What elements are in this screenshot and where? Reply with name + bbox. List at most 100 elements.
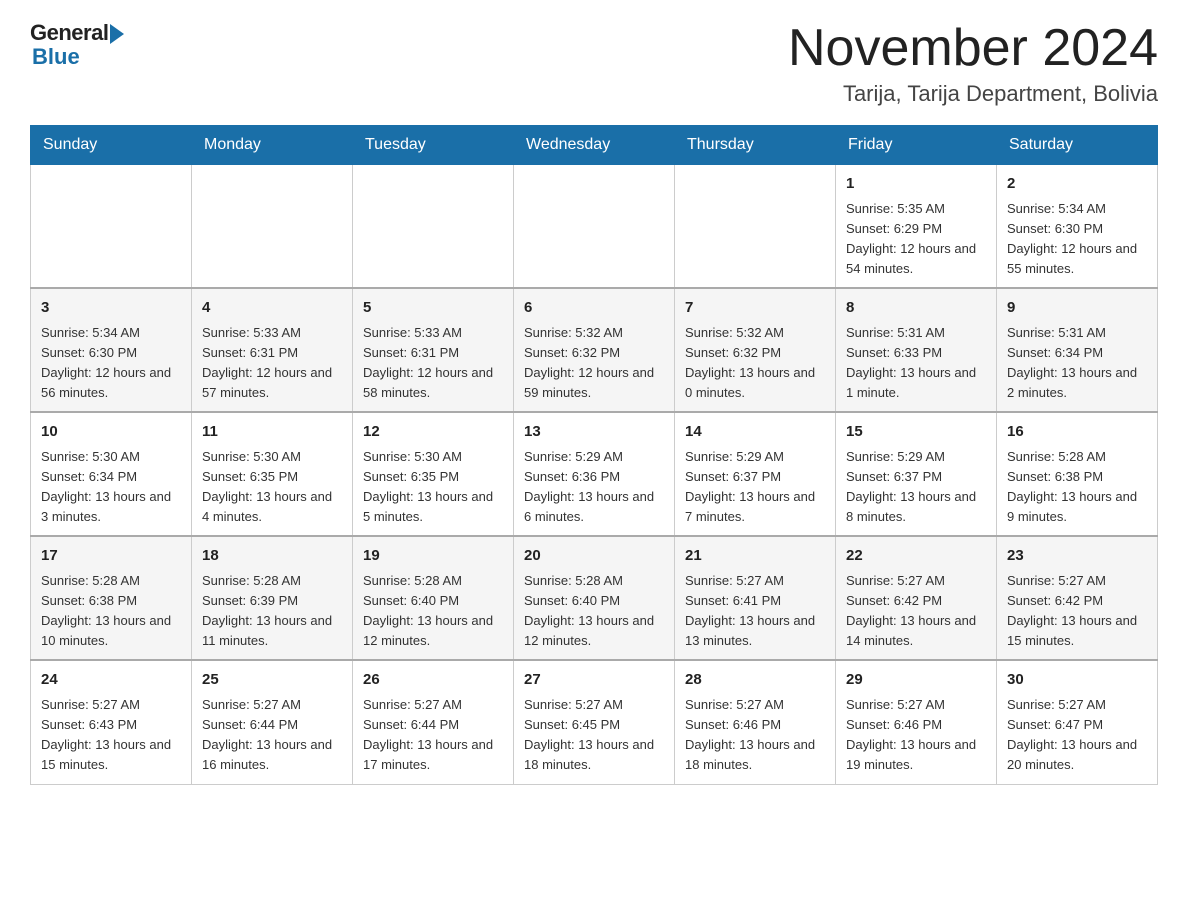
- day-info: Sunrise: 5:28 AMSunset: 6:40 PMDaylight:…: [363, 571, 503, 652]
- calendar-cell: 8 Sunrise: 5:31 AMSunset: 6:33 PMDaylight…: [836, 288, 997, 412]
- calendar-header-row: SundayMondayTuesdayWednesdayThursdayFrid…: [31, 126, 1158, 165]
- day-number: 16: [1007, 421, 1147, 444]
- day-info: Sunrise: 5:31 AMSunset: 6:33 PMDaylight:…: [846, 323, 986, 404]
- calendar-week-row: 17 Sunrise: 5:28 AMSunset: 6:38 PMDayligh…: [31, 536, 1158, 660]
- logo-general-text: General: [30, 20, 108, 46]
- day-info: Sunrise: 5:28 AMSunset: 6:40 PMDaylight:…: [524, 571, 664, 652]
- calendar-cell: [514, 165, 675, 289]
- day-info: Sunrise: 5:27 AMSunset: 6:45 PMDaylight:…: [524, 695, 664, 776]
- calendar-cell: 21 Sunrise: 5:27 AMSunset: 6:41 PMDayligh…: [675, 536, 836, 660]
- calendar-cell: 10 Sunrise: 5:30 AMSunset: 6:34 PMDayligh…: [31, 412, 192, 536]
- day-number: 7: [685, 297, 825, 320]
- calendar-cell: 15 Sunrise: 5:29 AMSunset: 6:37 PMDayligh…: [836, 412, 997, 536]
- calendar-cell: [353, 165, 514, 289]
- calendar-cell: 14Sunrise: 5:29 AMSunset: 6:37 PMDayligh…: [675, 412, 836, 536]
- calendar-week-row: 10 Sunrise: 5:30 AMSunset: 6:34 PMDayligh…: [31, 412, 1158, 536]
- day-number: 8: [846, 297, 986, 320]
- day-number: 13: [524, 421, 664, 444]
- day-number: 17: [41, 545, 181, 568]
- day-info: Sunrise: 5:29 AMSunset: 6:37 PMDaylight:…: [846, 447, 986, 528]
- calendar-cell: 20 Sunrise: 5:28 AMSunset: 6:40 PMDayligh…: [514, 536, 675, 660]
- day-info: Sunrise: 5:27 AMSunset: 6:41 PMDaylight:…: [685, 571, 825, 652]
- day-info: Sunrise: 5:29 AMSunset: 6:36 PMDaylight:…: [524, 447, 664, 528]
- day-number: 2: [1007, 173, 1147, 196]
- day-number: 1: [846, 173, 986, 196]
- day-info: Sunrise: 5:27 AMSunset: 6:46 PMDaylight:…: [685, 695, 825, 776]
- location-title: Tarija, Tarija Department, Bolivia: [788, 81, 1158, 107]
- day-info: Sunrise: 5:27 AMSunset: 6:44 PMDaylight:…: [363, 695, 503, 776]
- day-number: 5: [363, 297, 503, 320]
- day-info: Sunrise: 5:34 AMSunset: 6:30 PMDaylight:…: [41, 323, 181, 404]
- calendar-cell: 18Sunrise: 5:28 AMSunset: 6:39 PMDayligh…: [192, 536, 353, 660]
- day-number: 24: [41, 669, 181, 692]
- calendar-cell: 19 Sunrise: 5:28 AMSunset: 6:40 PMDayligh…: [353, 536, 514, 660]
- day-info: Sunrise: 5:34 AMSunset: 6:30 PMDaylight:…: [1007, 199, 1147, 280]
- page-header: General Blue November 2024 Tarija, Tarij…: [30, 20, 1158, 107]
- day-info: Sunrise: 5:28 AMSunset: 6:38 PMDaylight:…: [1007, 447, 1147, 528]
- calendar-cell: 9 Sunrise: 5:31 AMSunset: 6:34 PMDaylight…: [997, 288, 1158, 412]
- calendar-cell: 16 Sunrise: 5:28 AMSunset: 6:38 PMDayligh…: [997, 412, 1158, 536]
- calendar-table: SundayMondayTuesdayWednesdayThursdayFrid…: [30, 125, 1158, 784]
- calendar-cell: [675, 165, 836, 289]
- day-header-thursday: Thursday: [675, 126, 836, 165]
- calendar-cell: 30Sunrise: 5:27 AMSunset: 6:47 PMDayligh…: [997, 660, 1158, 784]
- calendar-cell: 22 Sunrise: 5:27 AMSunset: 6:42 PMDayligh…: [836, 536, 997, 660]
- day-info: Sunrise: 5:31 AMSunset: 6:34 PMDaylight:…: [1007, 323, 1147, 404]
- day-number: 19: [363, 545, 503, 568]
- day-info: Sunrise: 5:27 AMSunset: 6:44 PMDaylight:…: [202, 695, 342, 776]
- day-info: Sunrise: 5:32 AMSunset: 6:32 PMDaylight:…: [685, 323, 825, 404]
- calendar-cell: 6 Sunrise: 5:32 AMSunset: 6:32 PMDaylight…: [514, 288, 675, 412]
- calendar-cell: 25 Sunrise: 5:27 AMSunset: 6:44 PMDayligh…: [192, 660, 353, 784]
- calendar-cell: 24Sunrise: 5:27 AMSunset: 6:43 PMDayligh…: [31, 660, 192, 784]
- day-info: Sunrise: 5:32 AMSunset: 6:32 PMDaylight:…: [524, 323, 664, 404]
- day-number: 10: [41, 421, 181, 444]
- day-header-wednesday: Wednesday: [514, 126, 675, 165]
- calendar-cell: [31, 165, 192, 289]
- day-info: Sunrise: 5:27 AMSunset: 6:42 PMDaylight:…: [1007, 571, 1147, 652]
- day-number: 15: [846, 421, 986, 444]
- day-number: 22: [846, 545, 986, 568]
- calendar-cell: 1 Sunrise: 5:35 AMSunset: 6:29 PMDaylight…: [836, 165, 997, 289]
- calendar-week-row: 1 Sunrise: 5:35 AMSunset: 6:29 PMDaylight…: [31, 165, 1158, 289]
- day-info: Sunrise: 5:33 AMSunset: 6:31 PMDaylight:…: [363, 323, 503, 404]
- calendar-cell: 29 Sunrise: 5:27 AMSunset: 6:46 PMDayligh…: [836, 660, 997, 784]
- day-number: 26: [363, 669, 503, 692]
- day-number: 27: [524, 669, 664, 692]
- calendar-week-row: 3 Sunrise: 5:34 AMSunset: 6:30 PMDaylight…: [31, 288, 1158, 412]
- day-info: Sunrise: 5:27 AMSunset: 6:42 PMDaylight:…: [846, 571, 986, 652]
- calendar-cell: 12Sunrise: 5:30 AMSunset: 6:35 PMDayligh…: [353, 412, 514, 536]
- day-number: 28: [685, 669, 825, 692]
- day-number: 3: [41, 297, 181, 320]
- day-info: Sunrise: 5:27 AMSunset: 6:46 PMDaylight:…: [846, 695, 986, 776]
- day-number: 11: [202, 421, 342, 444]
- day-info: Sunrise: 5:30 AMSunset: 6:35 PMDaylight:…: [202, 447, 342, 528]
- calendar-cell: 4 Sunrise: 5:33 AMSunset: 6:31 PMDaylight…: [192, 288, 353, 412]
- logo-arrow-icon: [110, 24, 124, 44]
- day-number: 20: [524, 545, 664, 568]
- day-info: Sunrise: 5:30 AMSunset: 6:35 PMDaylight:…: [363, 447, 503, 528]
- day-info: Sunrise: 5:28 AMSunset: 6:38 PMDaylight:…: [41, 571, 181, 652]
- day-info: Sunrise: 5:33 AMSunset: 6:31 PMDaylight:…: [202, 323, 342, 404]
- calendar-week-row: 24Sunrise: 5:27 AMSunset: 6:43 PMDayligh…: [31, 660, 1158, 784]
- day-info: Sunrise: 5:30 AMSunset: 6:34 PMDaylight:…: [41, 447, 181, 528]
- day-header-tuesday: Tuesday: [353, 126, 514, 165]
- day-number: 4: [202, 297, 342, 320]
- day-info: Sunrise: 5:35 AMSunset: 6:29 PMDaylight:…: [846, 199, 986, 280]
- day-number: 25: [202, 669, 342, 692]
- calendar-cell: 28 Sunrise: 5:27 AMSunset: 6:46 PMDayligh…: [675, 660, 836, 784]
- day-number: 18: [202, 545, 342, 568]
- calendar-cell: 5 Sunrise: 5:33 AMSunset: 6:31 PMDaylight…: [353, 288, 514, 412]
- calendar-cell: 26 Sunrise: 5:27 AMSunset: 6:44 PMDayligh…: [353, 660, 514, 784]
- calendar-cell: 7 Sunrise: 5:32 AMSunset: 6:32 PMDaylight…: [675, 288, 836, 412]
- logo-blue-text: Blue: [30, 44, 80, 70]
- day-number: 9: [1007, 297, 1147, 320]
- calendar-cell: 23 Sunrise: 5:27 AMSunset: 6:42 PMDayligh…: [997, 536, 1158, 660]
- day-number: 6: [524, 297, 664, 320]
- day-header-sunday: Sunday: [31, 126, 192, 165]
- day-header-saturday: Saturday: [997, 126, 1158, 165]
- day-number: 23: [1007, 545, 1147, 568]
- day-number: 21: [685, 545, 825, 568]
- calendar-cell: 27 Sunrise: 5:27 AMSunset: 6:45 PMDayligh…: [514, 660, 675, 784]
- day-header-monday: Monday: [192, 126, 353, 165]
- day-number: 29: [846, 669, 986, 692]
